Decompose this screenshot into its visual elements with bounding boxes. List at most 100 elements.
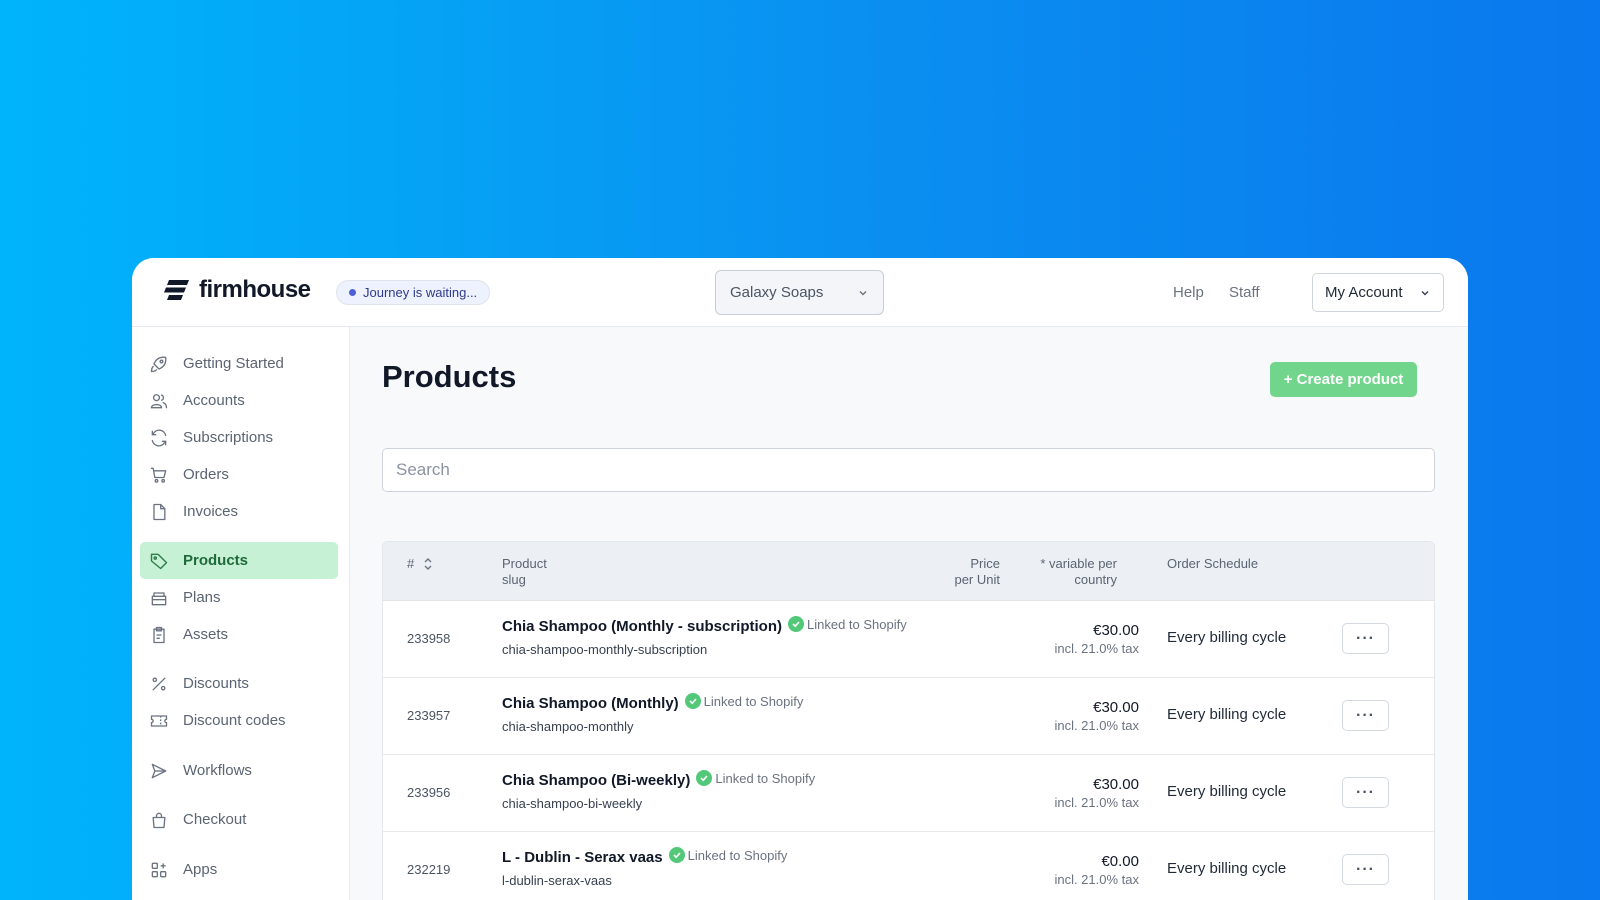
- column-header-price: Price per Unit: [947, 556, 1000, 588]
- price-value: €30.00: [1093, 622, 1139, 639]
- more-horizontal-icon: ···: [1356, 783, 1375, 801]
- sidebar-item-label: Orders: [183, 466, 229, 483]
- sidebar-item-label: Invoices: [183, 503, 239, 520]
- firmhouse-logo-icon: [164, 280, 189, 300]
- column-sublabel: slug: [502, 572, 526, 587]
- product-id: 233956: [407, 785, 451, 800]
- column-header-schedule: Order Schedule: [1167, 556, 1259, 571]
- journey-status-text: Journey is waiting...: [363, 285, 478, 300]
- sidebar-item-label: Apps: [183, 861, 218, 878]
- sidebar-item-checkout[interactable]: Checkout: [140, 801, 338, 838]
- table-row[interactable]: 232219 L - Dublin - Serax vaas Linked to…: [383, 832, 1434, 900]
- sidebar-item-plans[interactable]: Plans: [140, 579, 338, 616]
- search-input[interactable]: [382, 448, 1435, 492]
- sidebar-item-discount-codes[interactable]: Discount codes: [140, 702, 338, 739]
- document-icon: [153, 503, 166, 520]
- row-actions-button[interactable]: ···: [1342, 777, 1389, 808]
- tag-icon: [150, 553, 168, 569]
- sidebar-item-label: Workflows: [183, 762, 252, 779]
- more-horizontal-icon: ···: [1356, 629, 1375, 647]
- price-value: €30.00: [1093, 699, 1139, 716]
- product-slug: chia-shampoo-bi-weekly: [502, 796, 643, 811]
- column-header-id[interactable]: #: [407, 556, 433, 572]
- table-row[interactable]: 233958 Chia Shampoo (Monthly - subscript…: [383, 601, 1434, 678]
- product-name-link[interactable]: L - Dublin - Serax vaas: [502, 849, 663, 866]
- users-icon: [150, 393, 168, 408]
- store-select[interactable]: Galaxy Soaps: [715, 270, 884, 315]
- product-id: 233958: [407, 631, 451, 646]
- sidebar-item-discounts[interactable]: Discounts: [140, 665, 338, 702]
- main-content: Products + Create product # Product slug…: [351, 327, 1468, 900]
- brand-name: firmhouse: [199, 276, 311, 303]
- sidebar-item-assets[interactable]: Assets: [140, 616, 338, 653]
- sort-icon: [424, 558, 432, 570]
- sidebar-item-orders[interactable]: Orders: [140, 456, 338, 493]
- staff-link[interactable]: Staff: [1229, 284, 1260, 301]
- store-select-value: Galaxy Soaps: [730, 284, 824, 301]
- column-label: Product: [502, 556, 547, 571]
- sidebar-item-label: Discounts: [183, 675, 249, 692]
- status-dot-icon: [349, 289, 356, 296]
- sidebar-item-label: Assets: [183, 626, 229, 643]
- tax-note: incl. 21.0% tax: [1054, 872, 1139, 887]
- linked-badge: Linked to Shopify: [696, 770, 815, 786]
- create-product-button[interactable]: + Create product: [1270, 362, 1417, 397]
- linked-text: Linked to Shopify: [807, 616, 907, 632]
- bag-icon: [152, 812, 166, 828]
- page-title: Products: [382, 359, 517, 394]
- product-name-cell: L - Dublin - Serax vaas Linked to Shopif…: [502, 847, 788, 866]
- row-actions-button[interactable]: ···: [1342, 854, 1389, 885]
- rocket-icon: [150, 356, 167, 372]
- sidebar-item-invoices[interactable]: Invoices: [140, 493, 338, 530]
- column-label: * variable per: [1040, 556, 1117, 571]
- sidebar-item-apps[interactable]: Apps: [140, 851, 338, 888]
- column-label: Price: [970, 556, 1000, 571]
- row-actions-button[interactable]: ···: [1342, 623, 1389, 654]
- product-name-link[interactable]: Chia Shampoo (Bi-weekly): [502, 772, 690, 789]
- price-value: €30.00: [1093, 776, 1139, 793]
- check-circle-icon: [668, 847, 685, 863]
- more-horizontal-icon: ···: [1356, 706, 1375, 724]
- send-icon: [151, 763, 167, 778]
- price-cell: €0.00 incl. 21.0% tax: [1054, 853, 1139, 887]
- sidebar-item-subscriptions[interactable]: Subscriptions: [140, 419, 338, 456]
- tax-note: incl. 21.0% tax: [1054, 718, 1139, 733]
- product-slug: chia-shampoo-monthly: [502, 719, 634, 734]
- my-account-label: My Account: [1325, 284, 1403, 301]
- sidebar-item-label: Discount codes: [183, 712, 286, 729]
- sidebar-item-accounts[interactable]: Accounts: [140, 382, 338, 419]
- table-row[interactable]: 233957 Chia Shampoo (Monthly) Linked to …: [383, 678, 1434, 755]
- product-name-link[interactable]: Chia Shampoo (Monthly): [502, 695, 679, 712]
- help-link[interactable]: Help: [1173, 284, 1204, 301]
- linked-text: Linked to Shopify: [703, 693, 804, 709]
- linked-badge: Linked to Shopify: [788, 616, 907, 632]
- table-header: # Product slug Price per Unit * variable…: [383, 542, 1434, 601]
- box-icon: [151, 591, 167, 605]
- linked-text: Linked to Shopify: [715, 770, 816, 786]
- my-account-button[interactable]: My Account: [1312, 273, 1444, 312]
- sidebar-item-label: Getting Started: [183, 355, 284, 372]
- order-schedule: Every billing cycle: [1167, 706, 1287, 723]
- top-bar: firmhouse Journey is waiting... Galaxy S…: [132, 258, 1468, 327]
- product-id: 232219: [407, 862, 451, 877]
- refresh-icon: [151, 429, 167, 446]
- journey-status-badge[interactable]: Journey is waiting...: [336, 280, 491, 305]
- price-cell: €30.00 incl. 21.0% tax: [1054, 776, 1139, 810]
- chevron-down-icon: [859, 290, 867, 295]
- sidebar-item-label: Plans: [183, 589, 221, 606]
- table-row[interactable]: 233956 Chia Shampoo (Bi-weekly) Linked t…: [383, 755, 1434, 832]
- product-name-link[interactable]: Chia Shampoo (Monthly - subscription): [502, 618, 782, 635]
- sidebar-item-getting-started[interactable]: Getting Started: [140, 345, 338, 382]
- row-actions-button[interactable]: ···: [1342, 700, 1389, 731]
- linked-text: Linked to Shopify: [687, 847, 788, 863]
- brand-logo[interactable]: firmhouse: [163, 276, 311, 304]
- apps-icon: [151, 862, 167, 877]
- tax-note: incl. 21.0% tax: [1054, 795, 1139, 810]
- product-slug: chia-shampoo-monthly-subscription: [502, 642, 708, 657]
- sidebar-item-label: Subscriptions: [183, 429, 274, 446]
- product-id: 233957: [407, 708, 451, 723]
- sidebar-item-products[interactable]: Products: [140, 542, 338, 579]
- check-circle-icon: [788, 616, 804, 632]
- price-value: €0.00: [1101, 853, 1139, 870]
- sidebar-item-workflows[interactable]: Workflows: [140, 752, 338, 789]
